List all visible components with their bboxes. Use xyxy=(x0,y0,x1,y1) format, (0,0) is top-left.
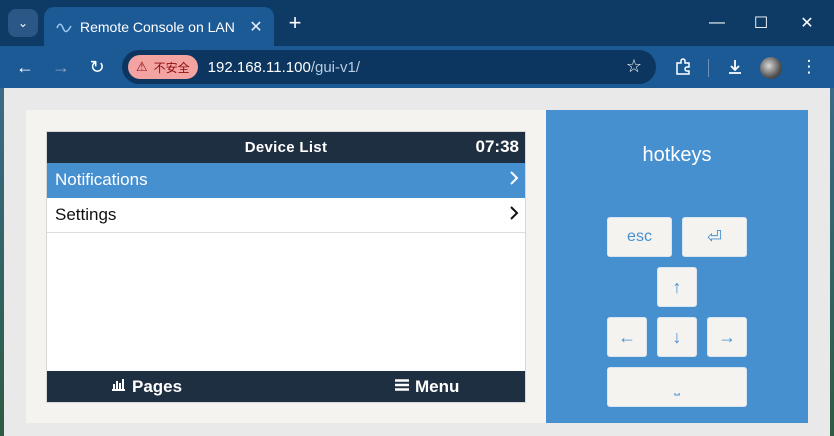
url-text[interactable]: 192.168.11.100/gui-v1/ xyxy=(208,59,360,76)
right-arrow-key[interactable]: → xyxy=(707,317,747,357)
wave-icon xyxy=(56,19,72,35)
clock: 07:38 xyxy=(475,137,519,156)
screen-header: Device List 07:38 xyxy=(47,132,525,163)
chevron-right-icon xyxy=(509,204,519,227)
url-host: 192.168.11.100 xyxy=(207,58,311,76)
warning-icon: ⚠ xyxy=(136,59,148,74)
security-chip[interactable]: ⚠ 不安全 xyxy=(128,55,198,79)
extensions-icon[interactable] xyxy=(668,52,698,82)
browser-toolbar: ← → ↻ ⚠ 不安全 192.168.11.100/gui-v1/ ☆ ⋮ xyxy=(0,46,834,88)
new-tab-button[interactable]: + xyxy=(282,10,308,36)
maximize-button[interactable]: ☐ xyxy=(738,8,784,38)
close-icon[interactable]: ✕ xyxy=(242,13,270,41)
hamburger-icon xyxy=(395,378,409,396)
security-label: 不安全 xyxy=(153,60,190,75)
more-options-icon[interactable]: ⋮ xyxy=(794,52,824,82)
profile-avatar[interactable] xyxy=(760,57,782,79)
pages-label: Pages xyxy=(132,377,183,396)
desktop-edge-left xyxy=(0,88,4,436)
toolbar-separator xyxy=(708,59,709,77)
hotkeys-panel: hotkeys esc ⏎ ↑ ← ↓ → ⎵ xyxy=(546,110,808,423)
tab-search-button[interactable]: ⌄ xyxy=(8,9,38,37)
menu-label: Menu xyxy=(415,377,460,396)
chevron-down-icon: ⌄ xyxy=(17,16,29,30)
reload-button[interactable]: ↻ xyxy=(82,52,112,82)
minimize-button[interactable]: — xyxy=(694,8,740,38)
list-item-label: Notifications xyxy=(55,170,148,189)
space-key[interactable]: ⎵ xyxy=(607,367,747,407)
download-icon[interactable] xyxy=(720,52,750,82)
address-bar[interactable]: ⚠ 不安全 192.168.11.100/gui-v1/ ☆ xyxy=(122,50,656,84)
menu-button[interactable]: Menu xyxy=(395,377,459,397)
desktop-edge-right xyxy=(830,88,834,436)
list-item-label: Settings xyxy=(55,205,117,224)
list-item-notifications[interactable]: Notifications xyxy=(47,163,525,198)
chevron-right-icon xyxy=(509,169,519,192)
list-item-settings[interactable]: Settings xyxy=(47,198,525,233)
browser-titlebar: ⌄ Remote Console on LAN ✕ + — ☐ ✕ xyxy=(0,0,834,46)
bookmark-star-icon[interactable]: ☆ xyxy=(626,56,642,77)
url-path: /gui-v1/ xyxy=(310,58,361,76)
tab-remote-console[interactable]: Remote Console on LAN ✕ xyxy=(44,7,274,46)
device-screen: Device List 07:38 Notifications Settings… xyxy=(46,131,526,403)
back-button[interactable]: ← xyxy=(10,52,40,82)
esc-key[interactable]: esc xyxy=(607,217,672,257)
tab-title: Remote Console on LAN xyxy=(80,18,235,35)
screen-footer: Pages Menu xyxy=(47,371,525,402)
down-arrow-key[interactable]: ↓ xyxy=(657,317,697,357)
up-arrow-key[interactable]: ↑ xyxy=(657,267,697,307)
pages-button[interactable]: Pages xyxy=(111,377,182,397)
enter-key[interactable]: ⏎ xyxy=(682,217,747,257)
page-title: Device List xyxy=(244,139,328,156)
forward-button[interactable]: → xyxy=(46,52,76,82)
left-arrow-key[interactable]: ← xyxy=(607,317,647,357)
hotkeys-title: hotkeys xyxy=(642,144,712,166)
close-window-button[interactable]: ✕ xyxy=(784,8,830,38)
bar-chart-icon xyxy=(111,378,126,396)
